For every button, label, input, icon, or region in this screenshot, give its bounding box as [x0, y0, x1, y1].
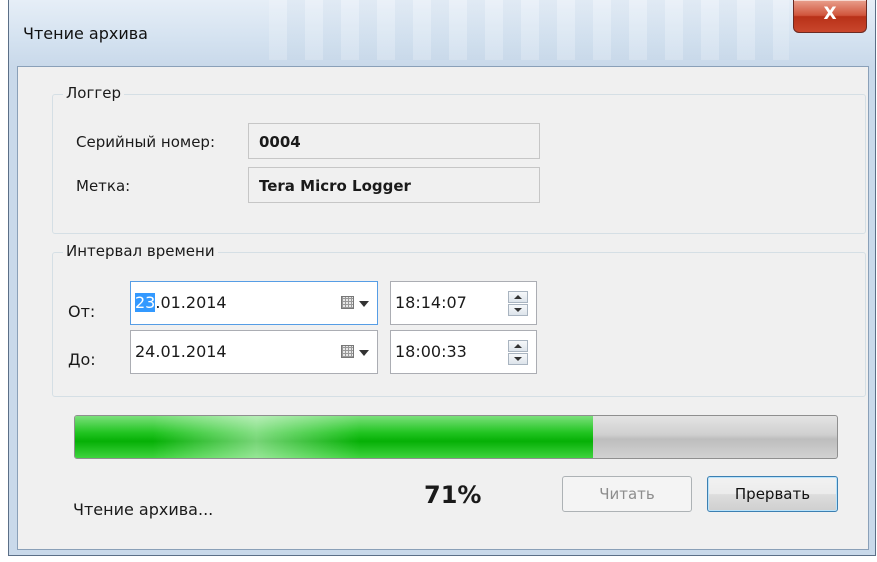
from-date-text: 23.01.2014: [135, 293, 227, 312]
spin-up-icon[interactable]: [508, 291, 528, 303]
serial-number-field: 0004: [248, 123, 540, 159]
time-interval-group-caption: Интервал времени: [63, 242, 218, 260]
progress-percent: 71%: [424, 481, 482, 509]
logger-group-caption: Логгер: [63, 84, 124, 102]
calendar-dropdown-icon[interactable]: [341, 343, 371, 361]
abort-button[interactable]: Прервать: [707, 476, 838, 512]
from-label: От:: [68, 302, 96, 321]
title-bar[interactable]: Чтение архива X: [9, 0, 875, 66]
to-time-field[interactable]: 18:00:33: [390, 330, 537, 374]
serial-number-label: Серийный номер:: [76, 133, 215, 151]
tag-field: Tera Micro Logger: [248, 167, 540, 203]
spin-up-icon[interactable]: [508, 340, 528, 352]
window-title: Чтение архива: [23, 24, 148, 43]
from-time-field[interactable]: 18:14:07: [390, 281, 537, 325]
read-button[interactable]: Читать: [562, 476, 692, 512]
dialog-client-area: Логгер Серийный номер: 0004 Метка: Tera …: [17, 66, 869, 550]
to-date-picker[interactable]: 24.01.2014: [130, 330, 378, 374]
close-button[interactable]: X: [793, 0, 867, 33]
spin-down-icon[interactable]: [508, 353, 528, 365]
from-date-picker[interactable]: 23.01.2014: [130, 281, 378, 325]
to-date-text: 24.01.2014: [135, 342, 227, 361]
progress-bar: [74, 415, 838, 459]
to-time-text: 18:00:33: [395, 342, 467, 361]
tag-label: Метка:: [76, 177, 131, 195]
to-label: До:: [68, 350, 96, 369]
time-interval-group: Интервал времени От: 23.01.2014 18:14:07…: [52, 242, 866, 397]
from-date-rest: .01.2014: [155, 293, 227, 312]
title-bar-glass: [269, 0, 789, 60]
from-time-text: 18:14:07: [395, 293, 467, 312]
progress-bar-fill: [75, 416, 594, 458]
from-time-spinner[interactable]: [508, 291, 528, 317]
to-time-spinner[interactable]: [508, 340, 528, 366]
spin-down-icon[interactable]: [508, 304, 528, 316]
from-date-selected-day: 23: [135, 293, 156, 312]
calendar-dropdown-icon[interactable]: [341, 294, 371, 312]
dialog-window: Чтение архива X Логгер Серийный номер: 0…: [8, 0, 876, 556]
logger-group: Логгер Серийный номер: 0004 Метка: Tera …: [52, 84, 866, 234]
status-text: Чтение архива...: [73, 500, 214, 519]
